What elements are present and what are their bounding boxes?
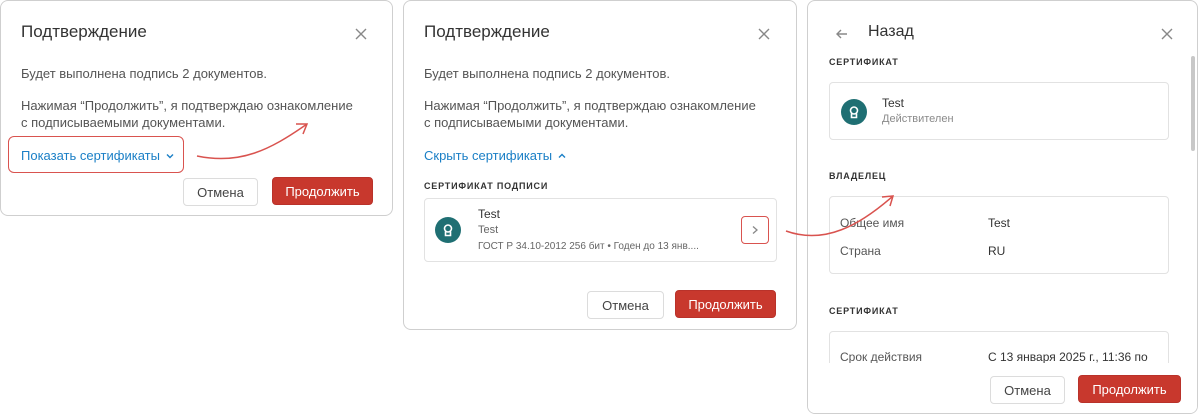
flow-arrow-2 <box>785 195 895 237</box>
flow-arrows <box>196 123 895 237</box>
flow-arrow-1 <box>196 123 309 160</box>
